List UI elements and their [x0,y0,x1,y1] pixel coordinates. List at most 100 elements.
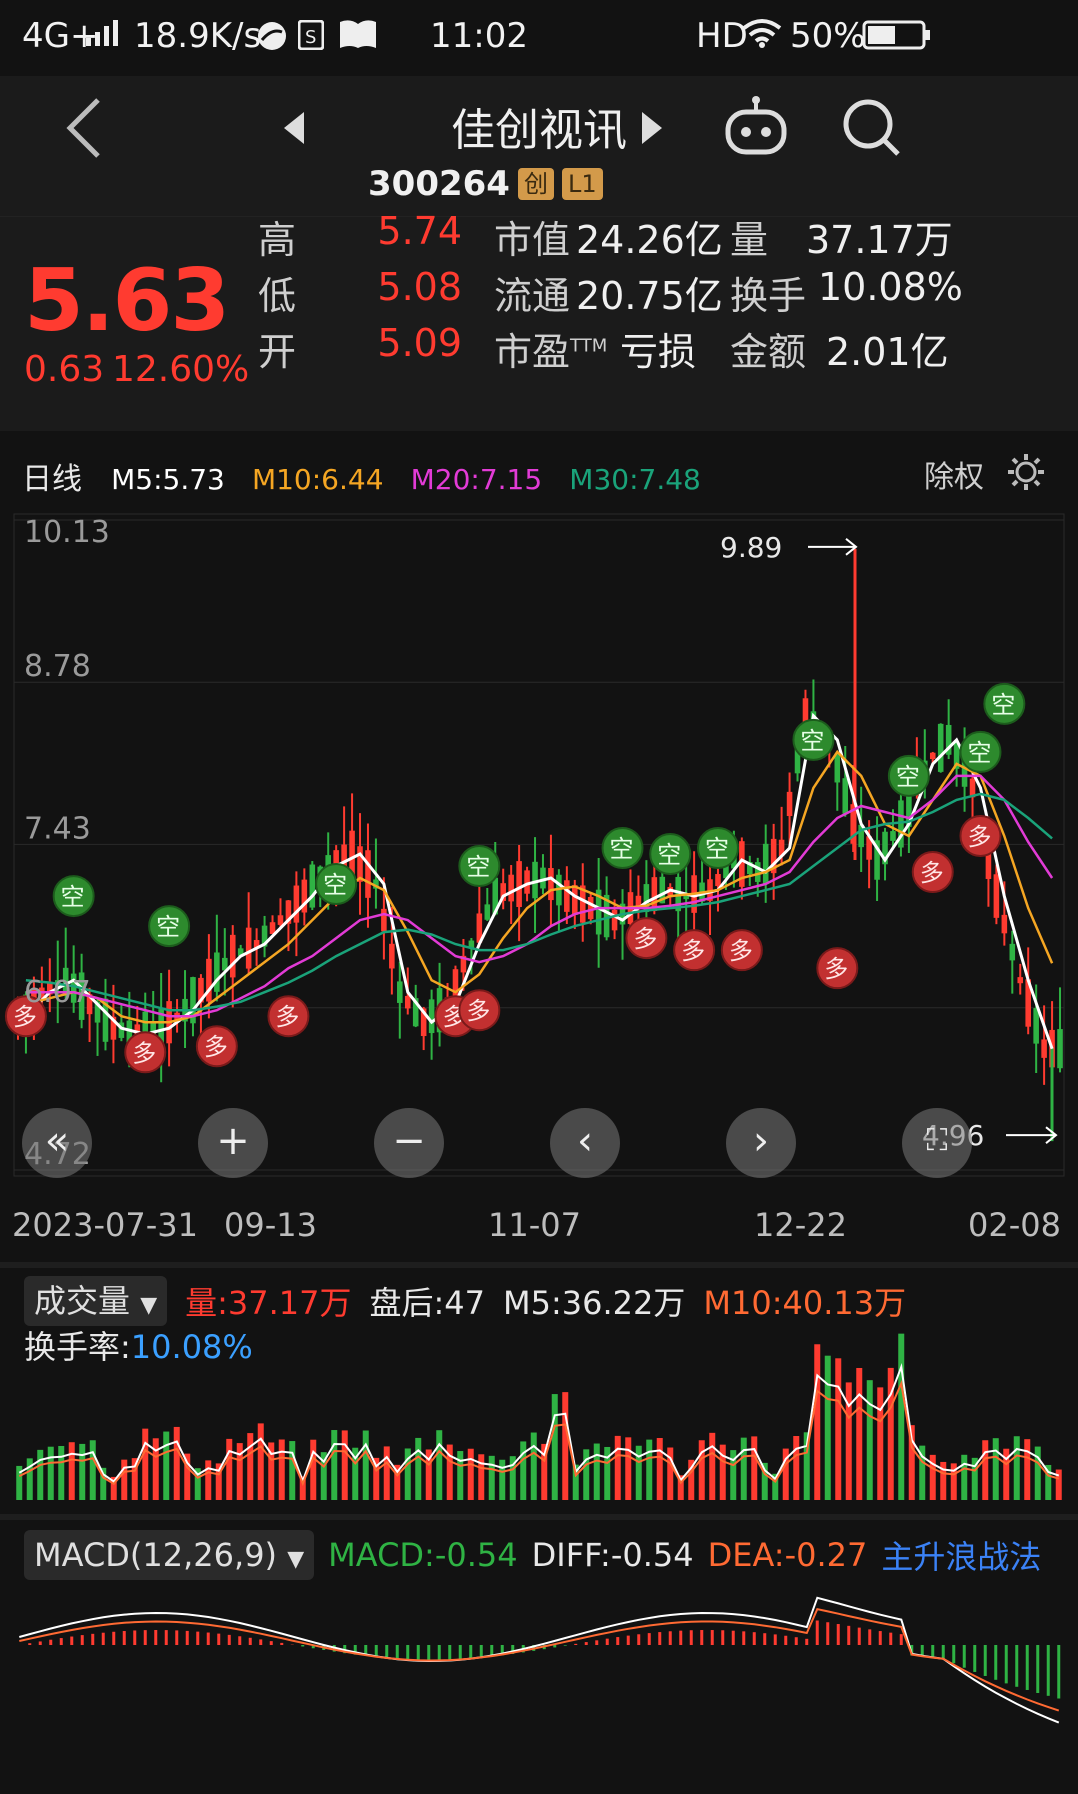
volume-chart[interactable] [0,1330,1078,1510]
volume-bar [68,1442,75,1500]
sell-signal-text: 空 [991,691,1015,719]
macd-chart[interactable] [0,1590,1078,1760]
volume-bar [709,1432,716,1500]
y-axis-label: 6.07 [24,975,91,1010]
candle-body [572,885,578,915]
volume-bar [236,1443,243,1500]
strategy-link[interactable]: 主升浪战法 [881,1532,1041,1578]
stock-code: 300264 [368,164,510,204]
after-hours: 盘后:47 [369,1284,486,1322]
candle-body [404,995,411,1009]
fullscreen-button[interactable]: ⛶ [902,1108,972,1178]
volume-bar [173,1426,180,1500]
candle-body [1057,1029,1063,1069]
volume-bar [226,1438,233,1500]
volume-bar [142,1428,149,1500]
zoom-in-button[interactable]: + [198,1108,268,1178]
volume-bar [436,1430,443,1500]
settings-gear-icon[interactable] [1004,450,1048,498]
volume-bar [89,1440,96,1500]
volume-bar [551,1394,558,1500]
clock: 11:02 [430,16,528,56]
macd-value: MACD:-0.54 [328,1536,518,1574]
volume-bar [383,1446,390,1500]
volume-bar [247,1433,254,1500]
volume-bar [478,1454,485,1500]
value-market-cap: 24.26亿 [576,218,723,262]
ma10-legend: M10:6.44 [251,463,384,496]
pe-label-text: 市盈 [494,330,571,374]
zoom-out-button[interactable]: − [374,1108,444,1178]
candle-body [993,874,1000,918]
wifi-icon [742,18,782,52]
jump-start-button[interactable]: « [22,1108,92,1178]
y-axis-label: 10.13 [24,515,110,550]
value-low: 5.08 [377,265,462,309]
candle-body [929,752,936,760]
search-icon[interactable] [840,96,904,164]
volume-bar [121,1459,128,1500]
volume-value: 量:37.17万 [185,1284,352,1322]
sell-signal-text: 空 [466,853,490,881]
period-label[interactable]: 日线 [22,462,82,497]
candle-body [397,981,403,1003]
volume-bar [310,1439,317,1500]
ma30-legend: M30:7.48 [569,463,701,496]
volume-bar [992,1438,999,1500]
volume-bar [698,1440,705,1500]
volume-bar [499,1459,506,1500]
sell-signal-text: 空 [657,841,681,869]
sim-icon: S [297,19,325,54]
date-label-4: 12-22 [754,1206,847,1244]
stock-name: 佳创视讯 [451,105,627,156]
candle-body [516,861,522,907]
candle-body [428,999,435,1034]
robot-assistant-icon[interactable] [724,96,788,164]
buy-signal-text: 多 [275,1003,299,1031]
next-stock-icon[interactable] [640,112,664,148]
divider [0,1514,1078,1520]
value-pe: 亏损 [620,330,697,374]
board-tag: 创 [517,168,554,200]
volume-bar [331,1430,338,1500]
candle-body [365,850,371,898]
candle-body [293,885,300,923]
candle-body [389,943,395,969]
buy-signal-text: 多 [967,823,991,851]
candle-body [508,874,514,902]
volume-bar [289,1441,296,1500]
price-change-pct: 12.60% [112,349,250,390]
sell-signal-text: 空 [61,883,85,911]
volume-bar [877,1387,884,1500]
sell-signal-text: 空 [967,739,991,767]
buy-signal-text: 多 [824,955,848,983]
volume-bar [362,1430,369,1500]
volume-bar [488,1455,495,1500]
candle-body [1001,914,1008,934]
volume-bar [961,1454,968,1500]
label-amount: 金额 [730,330,807,374]
macd-indicator-dropdown[interactable]: MACD(12,26,9) ▼ [24,1530,315,1580]
adjust-label[interactable]: 除权 [924,452,984,496]
candle-body [548,868,554,901]
volume-m5: M5:36.22万 [503,1284,686,1322]
scroll-left-button[interactable]: ‹ [550,1108,620,1178]
status-bar: 4G+ 18.9K/s S 11:02 HD 50% [0,0,1078,76]
scroll-right-button[interactable]: › [726,1108,796,1178]
sell-signal-text: 空 [705,835,729,863]
hd-indicator: HD [696,16,748,56]
volume-bar [1034,1446,1041,1500]
volume-bar [1024,1439,1031,1500]
volume-indicator-dropdown[interactable]: 成交量 ▼ [24,1276,168,1326]
volume-bar [635,1445,642,1500]
pe-ttm-sup: TTM [570,335,608,357]
volume-bar [982,1440,989,1500]
volume-bar [457,1451,464,1500]
volume-bar [751,1436,758,1500]
volume-legend: 成交量 ▼ 量:37.17万 盘后:47 M5:36.22万 M10:40.13… [24,1276,906,1326]
volume-bar [625,1437,632,1500]
volume-bar [583,1449,590,1500]
candle-body [1009,943,1016,961]
candle-body [762,843,769,885]
macd-legend: MACD(12,26,9) ▼ MACD:-0.54 DIFF:-0.54 DE… [24,1530,1041,1580]
